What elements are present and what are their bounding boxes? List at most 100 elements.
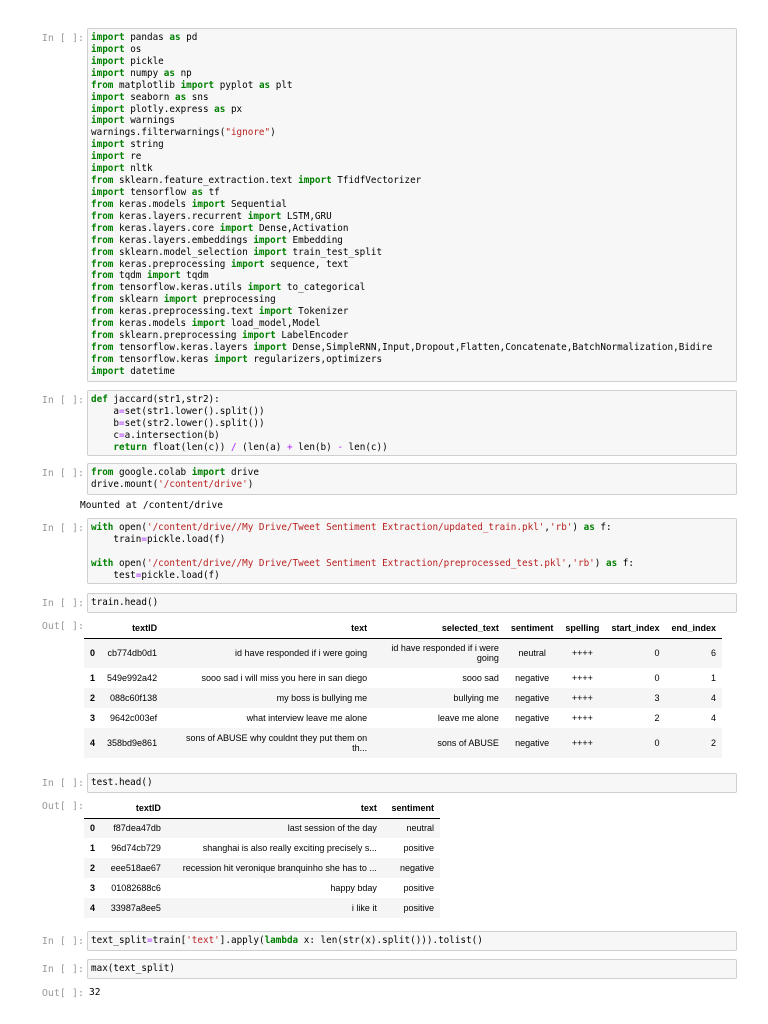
code-string: 'rb' xyxy=(572,557,595,569)
table-cell: 088c60f138 xyxy=(110,693,158,703)
code-editor[interactable]: train.head() xyxy=(87,593,737,613)
code-editor[interactable]: from google.colab import drive drive.mou… xyxy=(87,463,737,495)
code-editor[interactable]: text_split=train['text'].apply(lambda x:… xyxy=(87,931,737,951)
table-cell: 549e992a42 xyxy=(107,673,158,683)
input-prompt: In [ ]: xyxy=(41,468,84,479)
code-keyword: from xyxy=(91,467,114,478)
column-header xyxy=(84,798,102,818)
code-string: '/content/drive//My Drive/Tweet Sentimen… xyxy=(146,557,567,569)
code-token: load_model,Model xyxy=(225,318,321,330)
table-cell: id have responded if i were going xyxy=(391,643,499,664)
code-editor[interactable]: def jaccard(str1,str2): a=set(str1.lower… xyxy=(87,390,737,456)
table-cell: negative xyxy=(515,693,550,703)
code-token: TfidfVectorizer xyxy=(331,175,422,187)
code-token: sklearn.preprocessing xyxy=(113,330,243,342)
code-token: jaccard(str1,str2): xyxy=(107,394,220,405)
code-token: float(len(c)) xyxy=(146,441,231,453)
code-keyword: as xyxy=(583,522,595,533)
row-index: 0 xyxy=(90,648,96,659)
code-keyword: import xyxy=(230,258,265,270)
column-header: start_index xyxy=(611,622,660,633)
code-keyword: import xyxy=(242,330,276,342)
code-token: test xyxy=(91,569,136,581)
table-row: 2 088c60f138 my boss is bullying me bullyin… xyxy=(84,688,722,708)
code-token: tensorflow.keras.layers xyxy=(113,341,254,353)
code-token: drive.mount( xyxy=(91,478,159,490)
table-cell: positive xyxy=(403,903,434,913)
code-keyword: as xyxy=(174,91,187,103)
table-cell: my boss is bullying me xyxy=(276,693,368,703)
code-string: 'rb' xyxy=(550,522,573,533)
input-prompt: In [ ]: xyxy=(41,598,84,609)
code-token: keras.layers.embeddings xyxy=(113,234,254,246)
code-token: set(str1.lower().split()) xyxy=(124,405,265,417)
code-token: sklearn xyxy=(113,294,164,306)
code-token: keras.preprocessing xyxy=(113,258,231,270)
code-token: sklearn.model_selection xyxy=(113,246,254,258)
table-row: 0 f87dea47db last session of the day neutra… xyxy=(84,818,440,838)
table-cell: sooo sad i will miss you here in san die… xyxy=(201,673,368,683)
row-index: 0 xyxy=(90,823,96,834)
code-token: test.head() xyxy=(91,777,153,788)
table-cell: recession hit veronique branquinho she h… xyxy=(182,863,377,873)
code-token: tensorflow.keras.utils xyxy=(113,282,248,294)
row-index: 2 xyxy=(90,693,96,703)
code-keyword: return xyxy=(113,441,147,453)
code-text: test.head() xyxy=(91,777,732,789)
code-editor[interactable]: with open('/content/drive//My Drive/Twee… xyxy=(87,518,737,584)
code-token: (len(a) xyxy=(236,441,287,453)
code-token: seaborn xyxy=(124,91,175,103)
code-keyword: from xyxy=(91,79,114,91)
code-token: pickle xyxy=(124,55,164,67)
column-header: text xyxy=(360,802,377,813)
table-cell: 01082688c6 xyxy=(111,883,161,893)
code-token: keras.layers.recurrent xyxy=(113,210,248,222)
code-editor[interactable]: import pandas as pd import os import pic… xyxy=(87,28,737,382)
code-keyword: import xyxy=(253,341,287,353)
code-token: sklearn.feature_extraction.text xyxy=(113,175,299,187)
column-header: spelling xyxy=(565,622,600,633)
code-text: def jaccard(str1,str2): a=set(str1.lower… xyxy=(91,394,732,454)
table-cell: negative xyxy=(399,863,434,873)
code-token: Embedding xyxy=(286,234,343,246)
table-cell: neutral xyxy=(406,823,434,834)
code-keyword: import xyxy=(180,79,215,91)
input-prompt: In [ ]: xyxy=(41,33,84,44)
code-keyword: import xyxy=(91,32,125,43)
column-header: text xyxy=(351,622,368,633)
code-keyword: import xyxy=(91,103,125,115)
code-keyword: import xyxy=(214,353,248,365)
code-editor[interactable]: max(text_split) xyxy=(87,959,737,979)
table-cell: i like it xyxy=(351,903,377,913)
code-token: keras.layers.core xyxy=(113,222,220,234)
code-keyword: from xyxy=(91,258,114,270)
code-token: ].apply( xyxy=(219,935,265,946)
code-keyword: import xyxy=(191,467,226,478)
code-token: re xyxy=(124,151,142,163)
code-keyword: import xyxy=(253,246,287,258)
code-token: np xyxy=(174,67,192,79)
code-token: drive xyxy=(225,467,259,478)
code-editor[interactable]: test.head() xyxy=(87,773,737,793)
code-token: Tokenizer xyxy=(292,306,349,318)
code-keyword: from xyxy=(91,246,114,258)
code-token: pickle.load(f) xyxy=(146,533,226,545)
code-token: ) xyxy=(572,522,584,533)
table-row: 2 eee518ae67 recession hit veronique branq… xyxy=(84,858,440,878)
table-cell: cb774db0d1 xyxy=(107,648,158,659)
row-index: 3 xyxy=(90,883,96,893)
code-keyword: import xyxy=(146,270,181,282)
table-cell: eee518ae67 xyxy=(110,863,161,873)
code-token: datetime xyxy=(124,365,175,377)
table-cell: 96d74cb729 xyxy=(111,843,161,853)
code-keyword: import xyxy=(91,151,125,163)
code-token: LSTM,GRU xyxy=(281,210,332,222)
code-keyword: with xyxy=(91,557,114,569)
input-prompt: In [ ]: xyxy=(41,395,84,406)
code-keyword: from xyxy=(91,270,114,282)
code-keyword: import xyxy=(91,163,125,175)
code-keyword: from xyxy=(91,294,114,306)
code-keyword: import xyxy=(219,222,254,234)
input-prompt: In [ ]: xyxy=(41,523,84,534)
